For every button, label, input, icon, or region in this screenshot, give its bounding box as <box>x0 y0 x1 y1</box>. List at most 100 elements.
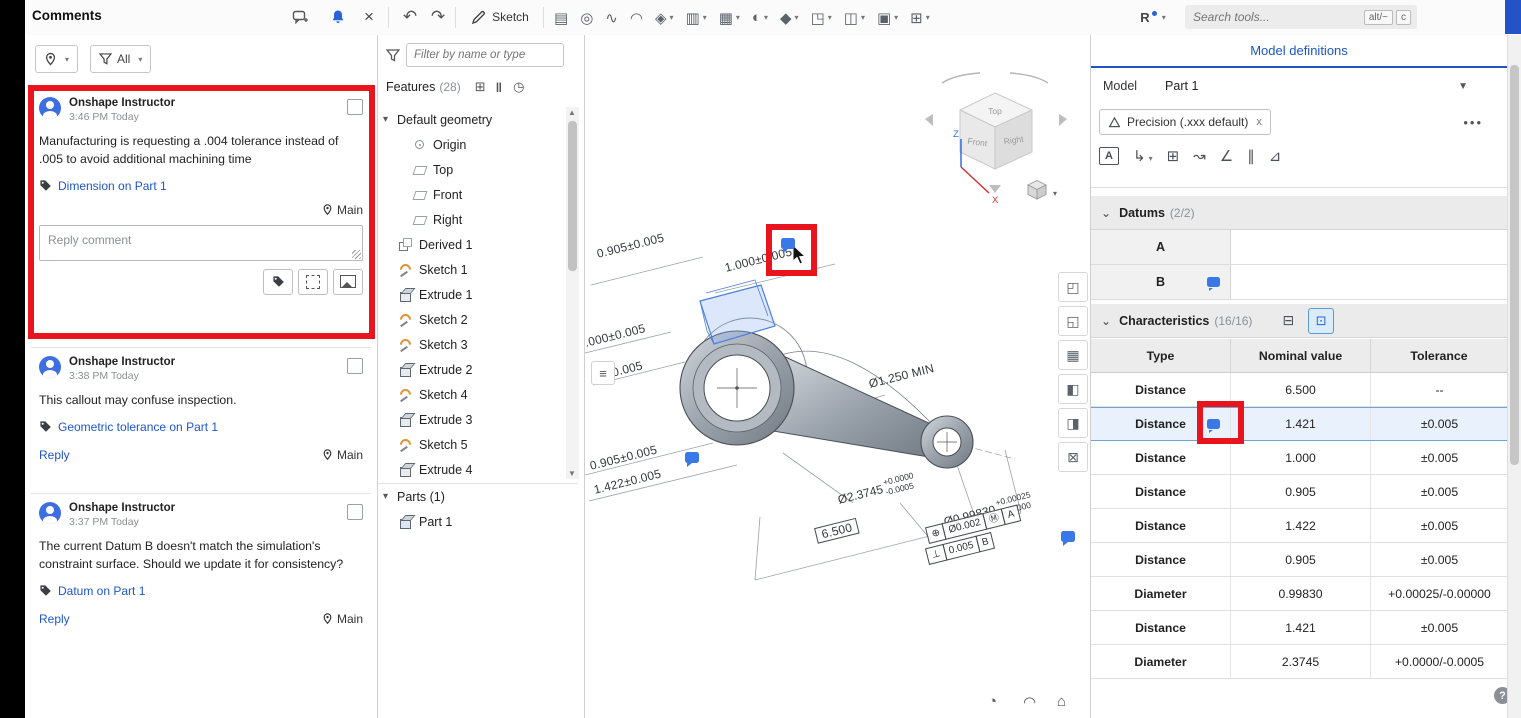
capture-region-button[interactable] <box>298 269 328 295</box>
datums-section-header[interactable]: ⌄ Datums (2/2) <box>1091 196 1507 230</box>
comment-tag-link[interactable]: Datum on Part 1 <box>58 584 145 598</box>
part-item[interactable]: Part 1 <box>378 509 578 534</box>
feature-item-top[interactable]: Top <box>378 157 566 182</box>
scroll-up-icon[interactable]: ▲ <box>568 108 576 117</box>
section-view-button[interactable]: ◱ <box>1058 306 1088 336</box>
angle-dimension-button[interactable]: ∠ <box>1220 147 1233 165</box>
chevron-down-icon[interactable]: ⌄ <box>1101 206 1111 220</box>
resolve-checkbox[interactable] <box>347 504 363 520</box>
feature-item-extrude-1[interactable]: Extrude 1 <box>378 282 566 307</box>
datum-row[interactable]: A <box>1091 230 1508 265</box>
3d-viewport[interactable]: Top Front Right Z X ▾ <box>585 35 1090 718</box>
comment-pin-icon[interactable] <box>1061 531 1075 542</box>
draft-button[interactable]: ◆▾ <box>774 5 805 31</box>
resolve-checkbox[interactable] <box>347 358 363 374</box>
dimension-label[interactable]: 1.422±0.005 <box>592 467 662 497</box>
leader-button[interactable]: ↝ <box>1193 147 1206 165</box>
overflow-menu-button[interactable]: ••• <box>1463 115 1483 130</box>
comment-card[interactable]: Onshape Instructor 3:38 PM Today This ca… <box>31 347 371 468</box>
reply-comment-input[interactable]: Reply comment <box>39 225 363 261</box>
column-header-nominal[interactable]: Nominal value <box>1231 339 1371 372</box>
chevron-down-icon[interactable]: ▼ <box>1458 81 1468 92</box>
characteristic-row[interactable]: Distance0.905±0.005 <box>1091 543 1508 577</box>
parts-group-header[interactable]: ▾ Parts (1) <box>378 484 578 509</box>
feature-item-right[interactable]: Right <box>378 207 566 232</box>
boolean-button[interactable]: ▣▾ <box>871 5 904 31</box>
dome-tool-button[interactable]: ◠ <box>1023 693 1036 711</box>
column-header-tolerance[interactable]: Tolerance <box>1371 339 1507 372</box>
balloon-view-button[interactable]: ⊡ <box>1308 308 1334 334</box>
revolve-button[interactable]: ◎ <box>574 5 599 31</box>
dimension-label[interactable]: Ø1.250 MIN <box>867 361 935 391</box>
feature-filter-input[interactable] <box>406 43 564 67</box>
comment-pin-icon[interactable] <box>781 238 795 249</box>
insert-image-button[interactable] <box>333 269 363 295</box>
close-comments-button[interactable]: × <box>357 4 381 30</box>
feature-item-extrude-3[interactable]: Extrude 3 <box>378 407 566 432</box>
pattern-display-button[interactable]: ▦ <box>1058 340 1088 370</box>
feature-item-sketch-4[interactable]: Sketch 4 <box>378 382 566 407</box>
custom-features-button[interactable]: R ▾ <box>1133 4 1173 30</box>
characteristic-row[interactable]: Diameter2.3745+0.0000/-0.0005 <box>1091 645 1508 679</box>
search-tools-input[interactable] <box>1191 9 1305 25</box>
datum-row[interactable]: B <box>1091 265 1508 300</box>
export-characteristics-button[interactable]: ⊟ <box>1282 312 1294 329</box>
characteristic-row[interactable]: Distance0.905±0.005 <box>1091 475 1508 509</box>
feature-item-derived-1[interactable]: Derived 1 <box>378 232 566 257</box>
feature-item-front[interactable]: Front <box>378 182 566 207</box>
dimension-label[interactable]: .000±0.005 <box>585 321 647 350</box>
comment-tag-link[interactable]: Dimension on Part 1 <box>58 179 167 193</box>
suppress-regeneration-button[interactable]: ‖ <box>496 80 503 95</box>
characteristic-row[interactable]: Diameter0.99830+0.00025/-0.00000 <box>1091 577 1508 611</box>
hide-geometry-button[interactable]: ◨ <box>1058 408 1088 438</box>
feature-item-extrude-2[interactable]: Extrude 2 <box>378 357 566 382</box>
callout-button[interactable]: ↳▾ <box>1133 147 1153 165</box>
extrude-button[interactable]: ▤ <box>548 5 574 31</box>
characteristic-row[interactable]: Distance1.421±0.005 <box>1091 407 1508 441</box>
attach-tag-button[interactable] <box>263 269 293 295</box>
chip-remove-button[interactable]: x <box>1256 116 1262 128</box>
pattern-button[interactable]: ▦▾ <box>713 5 746 31</box>
transform-button[interactable]: ◫▾ <box>838 5 871 31</box>
measure-tool-button[interactable]: ⌂ <box>1057 693 1066 710</box>
feature-item-sketch-1[interactable]: Sketch 1 <box>378 257 566 282</box>
add-comment-button[interactable] <box>287 4 313 30</box>
add-characteristic-button[interactable]: ⊞ <box>1167 147 1180 165</box>
stamp-tool-button[interactable]: ◔ <box>988 693 997 710</box>
appearance-button[interactable]: ◧ <box>1058 374 1088 404</box>
parallel-dimension-button[interactable]: ∥ <box>1247 147 1255 165</box>
characteristic-row[interactable]: Distance1.421±0.005 <box>1091 611 1508 645</box>
comment-indicator-icon[interactable] <box>1207 277 1220 287</box>
shell-button[interactable]: ▥▾ <box>680 5 713 31</box>
comment-card[interactable]: Onshape Instructor 3:46 PM Today Manufac… <box>31 89 371 301</box>
redo-button[interactable]: ↷ <box>425 4 451 30</box>
notifications-button[interactable] <box>325 4 351 30</box>
characteristic-row[interactable]: Distance1.422±0.005 <box>1091 509 1508 543</box>
scrollbar-thumb[interactable] <box>568 121 577 271</box>
search-tools-box[interactable]: alt/~ c <box>1185 5 1417 29</box>
comment-card[interactable]: Onshape Instructor 3:37 PM Today The cur… <box>31 493 371 632</box>
feature-item-sketch-3[interactable]: Sketch 3 <box>378 332 566 357</box>
split-button[interactable]: ◳▾ <box>805 5 838 31</box>
panel-scrollbar[interactable] <box>1507 35 1521 718</box>
feature-item-default-geometry[interactable]: ▾Default geometry <box>378 107 566 132</box>
comment-location-filter-button[interactable]: ▾ <box>35 45 78 73</box>
characteristics-section-header[interactable]: ⌄ Characteristics (16/16) ⊟ ⊡ <box>1091 304 1507 338</box>
loft-button[interactable]: ◠ <box>624 5 649 31</box>
dimension-label[interactable]: 0.905±0.005 <box>595 231 665 261</box>
chevron-down-icon[interactable]: ▾ <box>383 114 397 125</box>
comment-tag-link[interactable]: Geometric tolerance on Part 1 <box>58 420 218 434</box>
feature-item-extrude-4[interactable]: Extrude 4 <box>378 457 566 477</box>
characteristic-row[interactable]: Distance1.000±0.005 <box>1091 441 1508 475</box>
reply-link[interactable]: Reply <box>39 612 70 626</box>
surface-profile-button[interactable]: ⊿ <box>1269 147 1282 165</box>
feature-item-sketch-2[interactable]: Sketch 2 <box>378 307 566 332</box>
text-annotation-button[interactable]: A <box>1099 147 1119 165</box>
named-views-button[interactable]: ◰ <box>1058 272 1088 302</box>
comment-indicator-icon[interactable] <box>1207 419 1220 429</box>
dimension-label[interactable]: Ø2.3745+0.0000-0.0005 <box>836 471 917 509</box>
comment-pin-icon[interactable] <box>685 452 699 463</box>
sketch-button[interactable]: Sketch <box>463 4 537 30</box>
insert-button[interactable]: ⊞▾ <box>904 5 936 31</box>
chevron-down-icon[interactable]: ⌄ <box>1101 314 1111 328</box>
